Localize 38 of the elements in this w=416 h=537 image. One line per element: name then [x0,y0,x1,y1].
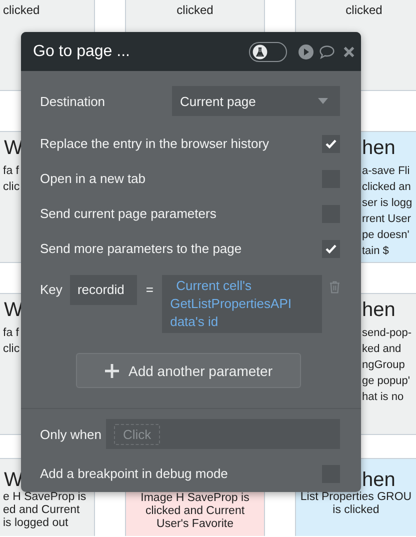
option-label: Send current page parameters [40,206,216,221]
card-heading: hen [362,469,396,491]
card-text: e H SaveProp is [3,491,86,504]
card-text: User's Favorite [156,518,234,531]
card-text: tain $ [362,244,389,259]
card-text: clicked and Current [145,505,245,518]
card-text: clicked [346,2,382,18]
card-text: Image H SaveProp is [140,492,250,505]
card-text: pe doesn' [362,228,410,243]
card-text: hat is no [362,390,404,405]
card-text: clicked [3,2,40,18]
card-text: ge popup' [362,374,410,389]
card-text: clic [3,180,20,195]
card-text: fa f [3,164,19,179]
panel-title: Go to page ... [33,42,131,60]
option-label: Open in a new tab [40,171,146,186]
card-text: rrent User [362,212,411,227]
card-text: ked and [362,342,402,357]
destination-label: Destination [40,94,106,108]
condition-label: Only when [40,426,102,442]
card-heading: hen [362,136,396,160]
option-label: Replace the entry in the browser history [40,136,270,151]
card-text: a-save Fli [362,164,410,179]
option-label: Send more parameters to the page [40,241,242,256]
card-text: send-pop- [362,326,412,341]
equals-sign: = [144,281,155,299]
card-text: clic [3,342,20,357]
card-text: clicked an [362,180,411,195]
card-text: ser is logg [362,196,412,211]
card-text: clicked [176,2,214,18]
card-text: is clicked [332,504,380,517]
card-text: ngGroup [362,358,405,373]
card-text: List Properties GROU [300,491,412,504]
card-text: fa f [3,326,19,341]
card-text: is logged out [3,517,68,530]
key-label: Key [40,281,64,299]
card-text: ed and Current [3,504,80,517]
card-heading: hen [362,298,396,322]
